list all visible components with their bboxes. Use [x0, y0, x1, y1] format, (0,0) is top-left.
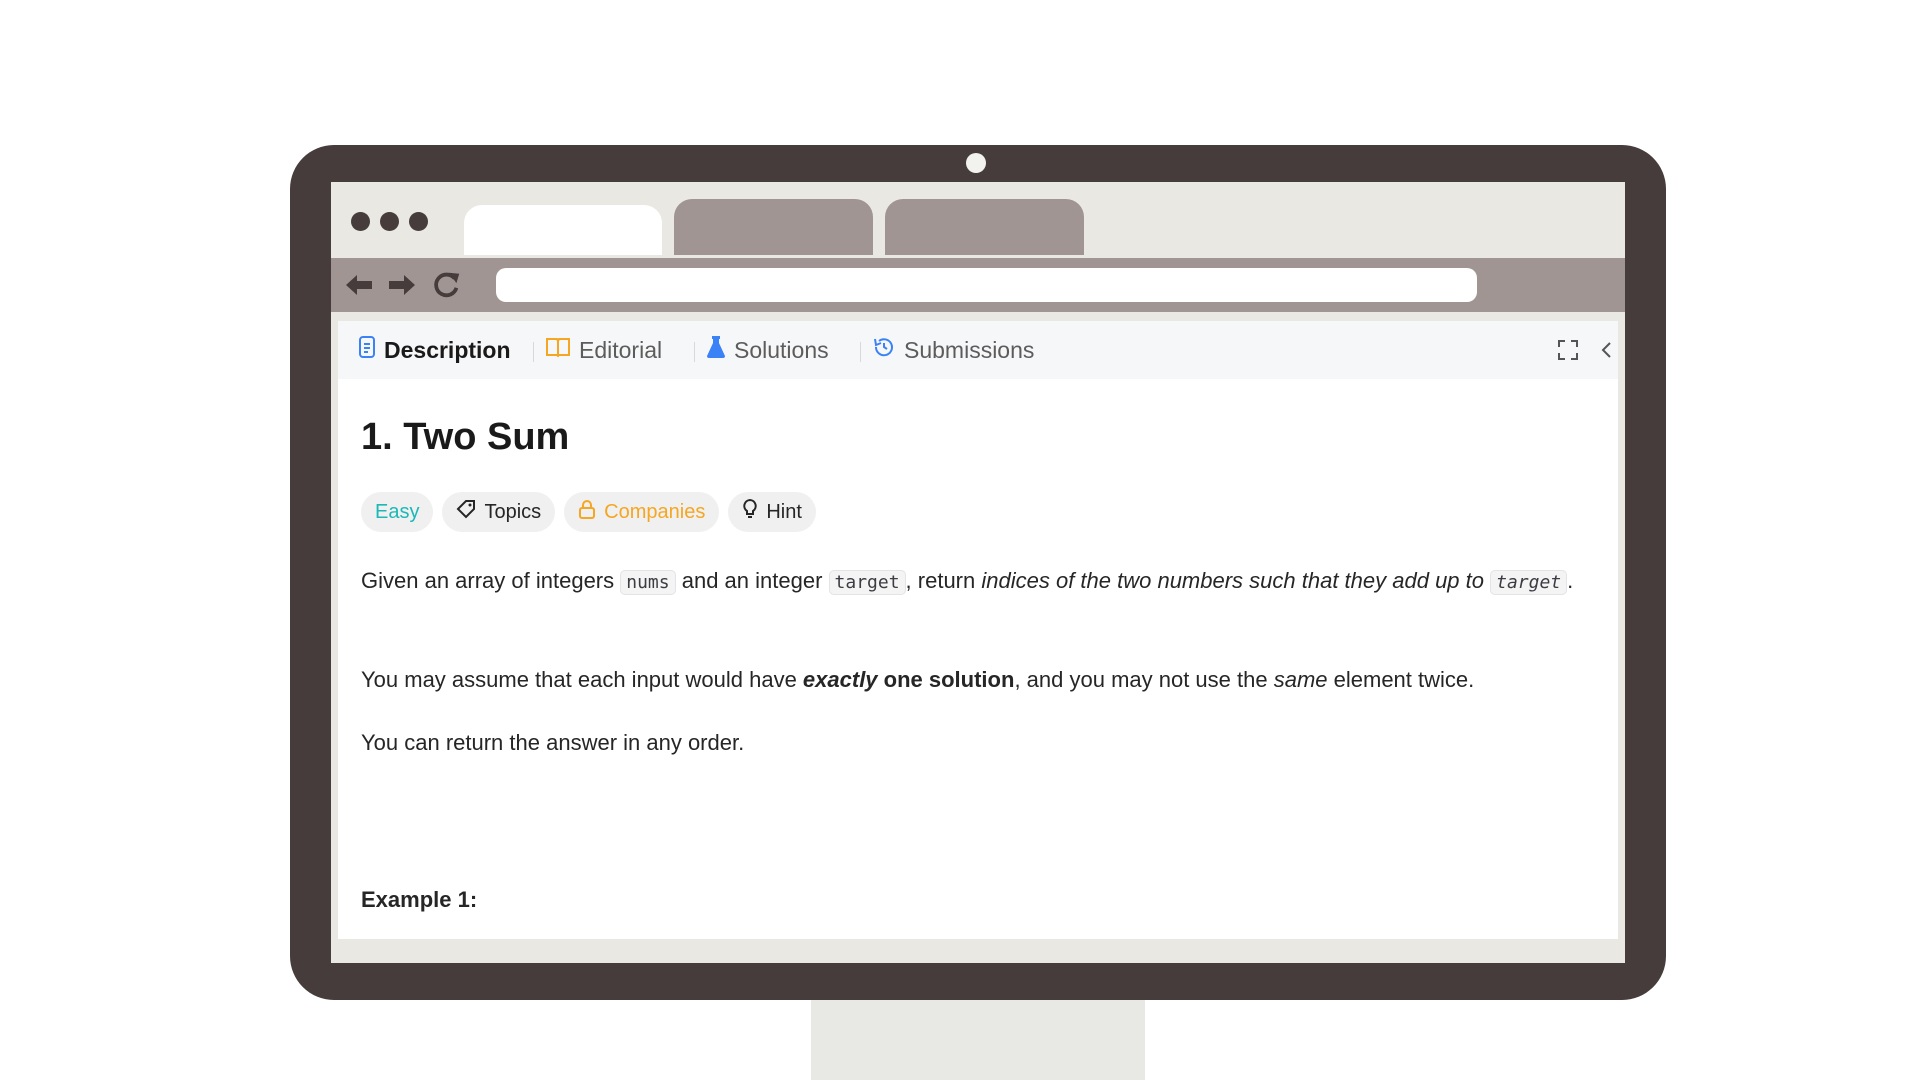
camera-icon — [966, 153, 986, 173]
tab-label: Editorial — [579, 336, 663, 363]
problem-statement-p2: You may assume that each input would hav… — [361, 662, 1591, 698]
flask-icon — [706, 335, 726, 365]
tab-label: Solutions — [734, 336, 829, 363]
tab-submissions[interactable]: Submissions — [872, 335, 1034, 365]
back-arrow-icon[interactable] — [343, 270, 375, 300]
tab-divider — [860, 342, 861, 362]
difficulty-badge[interactable]: Easy — [361, 492, 434, 532]
statement-text: , return — [905, 568, 982, 593]
forward-arrow-icon[interactable] — [386, 270, 418, 300]
statement-bold-emphasis: exactly — [802, 667, 878, 692]
hint-label: Hint — [766, 500, 802, 523]
window-dot[interactable] — [409, 212, 428, 231]
panel-tabbar: Description Editorial Solutions Submissi… — [338, 321, 1618, 379]
tab-divider — [533, 342, 534, 362]
example-heading: Example 1: — [361, 887, 478, 912]
statement-text: element twice. — [1327, 667, 1475, 692]
topics-label: Topics — [484, 500, 542, 523]
browser-tab-active[interactable] — [464, 205, 662, 255]
tab-solutions[interactable]: Solutions — [706, 335, 829, 365]
companies-button[interactable]: Companies — [564, 492, 720, 532]
fullscreen-icon[interactable] — [1554, 336, 1582, 364]
statement-emphasis: same — [1273, 667, 1328, 692]
statement-text: You may assume that each input would hav… — [361, 667, 803, 692]
tab-divider — [694, 342, 695, 362]
statement-bold: one solution — [877, 667, 1015, 692]
statement-text: and an integer — [675, 568, 829, 593]
reload-icon[interactable] — [431, 270, 463, 300]
collapse-chevron-icon[interactable] — [1592, 336, 1618, 364]
statement-text: Given an array of integers — [361, 568, 621, 593]
tab-label: Description — [384, 336, 511, 363]
companies-label: Companies — [604, 500, 706, 523]
topics-button[interactable]: Topics — [442, 492, 556, 532]
address-bar[interactable] — [496, 268, 1477, 302]
problem-statement-p1: Given an array of integers nums and an i… — [361, 563, 1591, 601]
problem-title: 1. Two Sum — [361, 416, 570, 458]
tag-icon — [456, 499, 476, 525]
tab-label: Submissions — [904, 336, 1035, 363]
book-icon — [545, 336, 571, 364]
problem-tags: Easy Topics Companies Hint — [361, 492, 816, 532]
statement-text: , and you may not use the — [1014, 667, 1274, 692]
window-controls — [351, 212, 428, 231]
document-icon — [358, 335, 376, 365]
statement-text: . — [1567, 568, 1574, 593]
window-dot[interactable] — [380, 212, 399, 231]
lock-icon — [578, 499, 596, 525]
browser-tab[interactable] — [674, 199, 873, 255]
code-target: target — [1490, 570, 1568, 595]
window-dot[interactable] — [351, 212, 370, 231]
code-target: target — [828, 570, 906, 595]
tab-editorial[interactable]: Editorial — [545, 335, 662, 365]
browser-tab[interactable] — [885, 199, 1084, 255]
difficulty-label: Easy — [375, 500, 420, 523]
code-nums: nums — [620, 570, 676, 595]
browser-window: Description Editorial Solutions Submissi… — [331, 182, 1625, 963]
problem-page: Description Editorial Solutions Submissi… — [338, 321, 1618, 939]
tab-description[interactable]: Description — [358, 335, 511, 365]
hint-button[interactable]: Hint — [728, 492, 816, 532]
statement-emphasis: indices of the two numbers such that the… — [981, 568, 1484, 593]
browser-navbar — [331, 258, 1625, 312]
problem-statement-p3: You can return the answer in any order. — [361, 730, 745, 755]
history-icon — [872, 335, 896, 365]
lightbulb-icon — [742, 498, 758, 526]
